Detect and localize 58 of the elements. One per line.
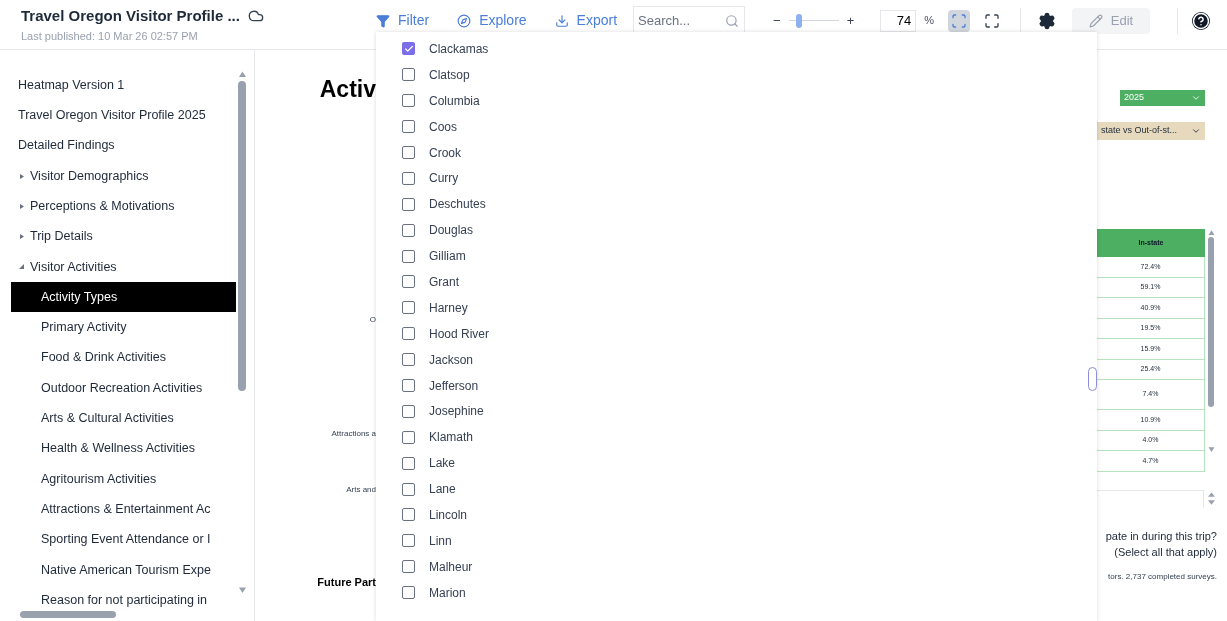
zoom-out-button[interactable]: − — [773, 10, 781, 31]
filter-option[interactable]: Grant — [376, 269, 475, 295]
filter-option[interactable]: Lake — [376, 450, 472, 477]
export-button[interactable]: Export — [554, 10, 618, 31]
filter-option[interactable]: Coos — [376, 113, 473, 140]
filter-option[interactable]: Columbia — [376, 87, 496, 114]
tree-item[interactable]: Agritourism Activities — [11, 463, 236, 495]
tree-item[interactable]: Detailed Findings — [11, 130, 236, 161]
tree-item[interactable]: Arts & Cultural Activities — [11, 403, 236, 434]
tree-item[interactable]: Native American Tourism Expe — [11, 554, 236, 586]
tree-item[interactable]: Food & Drink Activities — [11, 342, 236, 373]
question-text: (Select all that apply) — [1113, 545, 1217, 560]
question-text: pate in during this trip? — [1104, 528, 1217, 544]
filter-option[interactable]: Deschutes — [376, 191, 502, 218]
section-heading: Future Part — [317, 575, 376, 590]
filter-option[interactable]: Clatsop — [376, 61, 486, 88]
filter-option[interactable]: Hood River — [376, 320, 506, 347]
filter-option[interactable]: Marion — [376, 579, 482, 606]
filter-option[interactable]: Clackamas — [376, 36, 505, 62]
filter-option[interactable]: Lane — [376, 476, 472, 503]
survey-note: tors. 2,737 completed surveys. — [1107, 570, 1217, 583]
filter-button[interactable]: Filter — [376, 10, 430, 31]
chart-label: Arts and — [346, 484, 376, 496]
filter-option[interactable]: Harney — [376, 294, 484, 321]
percent-label: % — [924, 13, 935, 29]
published-date: Last published: 10 Mar 26 02:57 PM — [21, 28, 199, 44]
report-heading: Activ — [319, 78, 376, 101]
tree-item[interactable]: Visitor Demographics — [11, 160, 236, 192]
tree-item[interactable]: Sporting Event Attendance or I — [11, 524, 236, 555]
tree-item[interactable]: Visitor Activities — [11, 251, 236, 283]
filter-option[interactable]: Jackson — [376, 346, 490, 373]
report-title: Travel Oregon Visitor Profile ... — [21, 6, 240, 26]
tree-item[interactable]: Reason for not participating in — [11, 585, 236, 607]
tree-item[interactable]: Outdoor Recreation Activities — [11, 372, 236, 404]
tree-item[interactable]: Trip Details — [11, 221, 236, 252]
tree-item[interactable]: Activity Types — [11, 282, 236, 313]
filter-option[interactable]: Gilliam — [376, 243, 482, 269]
filter-option[interactable]: Douglas — [376, 217, 490, 244]
tree-item[interactable]: Travel Oregon Visitor Profile 2025 — [11, 100, 236, 131]
filter-option[interactable]: Jefferson — [376, 372, 495, 399]
tree-item[interactable]: Primary Activity — [11, 312, 236, 343]
tree-item[interactable]: Attractions & Entertainment Ac — [11, 494, 236, 525]
filter-option[interactable]: Klamath — [376, 424, 490, 451]
filter-option[interactable]: Crook — [376, 139, 477, 166]
explore-button[interactable]: Explore — [457, 10, 527, 31]
zoom-field[interactable]: 74 — [880, 9, 917, 32]
filter-option[interactable]: Curry — [376, 165, 475, 192]
chart-label: Attractions a — [331, 428, 376, 440]
comparison-select[interactable]: state vs Out-of-st... — [1097, 122, 1205, 140]
tree-item[interactable]: Perceptions & Motivations — [11, 191, 236, 222]
chart-label: O — [369, 314, 376, 326]
tree-item[interactable]: Heatmap Version 1 — [11, 70, 236, 101]
filter-option[interactable]: Malheur — [376, 553, 489, 580]
filter-option[interactable]: Linn — [376, 527, 468, 554]
filter-option[interactable]: Josephine — [376, 398, 500, 425]
filter-option[interactable]: Lincoln — [376, 502, 484, 528]
zoom-in-button[interactable]: + — [846, 10, 855, 31]
tree-item[interactable]: Health & Wellness Activities — [11, 433, 236, 464]
